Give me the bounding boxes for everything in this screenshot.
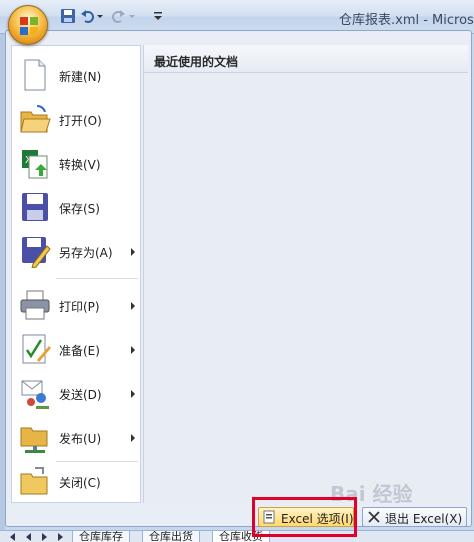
publish-icon	[20, 427, 48, 453]
sheet-tabs-bar: 仓库库存 仓库出货 仓库收货	[0, 530, 474, 542]
office-menu: 新建(N) 打开(O) X 转换(V) 保存(S) 另存为(A) 打印(P) 准…	[5, 30, 472, 527]
office-logo-icon	[20, 17, 38, 35]
red-highlight-box	[252, 497, 357, 537]
menu-item-label: 打开(O)	[59, 114, 102, 128]
printer-icon	[20, 290, 50, 320]
sheet-tab[interactable]: 仓库出货	[142, 531, 200, 542]
save-icon[interactable]	[60, 8, 76, 24]
menu-item-save[interactable]: 保存(S)	[12, 186, 140, 230]
menu-item-publish[interactable]: 发布(U)	[12, 416, 140, 460]
menu-item-label: 打印(P)	[59, 300, 100, 314]
window-title: 仓库报表.xml - Micros	[339, 13, 474, 28]
exit-excel-button[interactable]: 退出 Excel(X)	[362, 507, 467, 527]
command-list: 新建(N) 打开(O) X 转换(V) 保存(S) 另存为(A) 打印(P) 准…	[11, 45, 141, 503]
menu-item-label: 另存为(A)	[59, 246, 113, 260]
menu-item-label: 保存(S)	[59, 202, 100, 216]
convert-icon: X	[22, 150, 48, 179]
recent-documents-header: 最近使用的文档	[144, 45, 468, 73]
menu-item-open[interactable]: 打开(O)	[12, 98, 140, 142]
submenu-arrow-icon	[131, 434, 135, 442]
submenu-arrow-icon	[131, 346, 135, 354]
sheet-tab[interactable]: 仓库库存	[72, 531, 130, 542]
prepare-icon	[22, 334, 51, 364]
last-sheet-icon[interactable]	[58, 533, 63, 541]
save-disk-icon	[22, 193, 48, 221]
new-document-icon	[24, 59, 46, 91]
undo-dropdown-icon[interactable]	[96, 8, 104, 24]
menu-item-print[interactable]: 打印(P)	[12, 284, 140, 328]
menu-item-prepare[interactable]: 准备(E)	[12, 328, 140, 372]
title-bar: 仓库报表.xml - Micros	[0, 0, 474, 45]
customize-icon[interactable]	[153, 8, 163, 24]
menu-item-close[interactable]: 关闭(C)	[12, 460, 140, 504]
redo-icon[interactable]	[110, 8, 126, 24]
menu-separator	[56, 278, 138, 279]
submenu-arrow-icon	[131, 390, 135, 398]
exit-excel-label: 退出 Excel(X)	[385, 512, 463, 526]
menu-item-new[interactable]: 新建(N)	[12, 54, 140, 98]
close-folder-icon	[20, 467, 48, 495]
menu-item-convert[interactable]: X 转换(V)	[12, 142, 140, 186]
send-icon	[21, 380, 49, 409]
menu-footer: Excel 选项(I) 退出 Excel(X)	[6, 505, 471, 527]
submenu-arrow-icon	[131, 248, 135, 256]
menu-item-label: 转换(V)	[59, 158, 101, 172]
undo-icon[interactable]	[80, 8, 96, 24]
office-button[interactable]	[8, 5, 48, 45]
prev-sheet-icon[interactable]	[26, 533, 31, 541]
menu-item-send[interactable]: 发送(D)	[12, 372, 140, 416]
open-folder-icon	[20, 105, 51, 133]
menu-item-label: 准备(E)	[59, 344, 100, 358]
menu-item-label: 关闭(C)	[59, 476, 101, 490]
menu-item-label: 新建(N)	[59, 70, 102, 84]
save-as-icon	[22, 237, 51, 268]
menu-item-label: 发布(U)	[59, 432, 102, 446]
recent-documents-panel: 最近使用的文档	[143, 45, 468, 503]
close-icon	[368, 511, 380, 523]
recent-documents-title: 最近使用的文档	[154, 55, 239, 69]
redo-dropdown-icon[interactable]	[128, 8, 136, 24]
submenu-arrow-icon	[131, 302, 135, 310]
menu-item-label: 发送(D)	[59, 388, 102, 402]
menu-item-save-as[interactable]: 另存为(A)	[12, 230, 140, 274]
next-sheet-icon[interactable]	[42, 533, 47, 541]
first-sheet-icon[interactable]	[10, 533, 15, 541]
